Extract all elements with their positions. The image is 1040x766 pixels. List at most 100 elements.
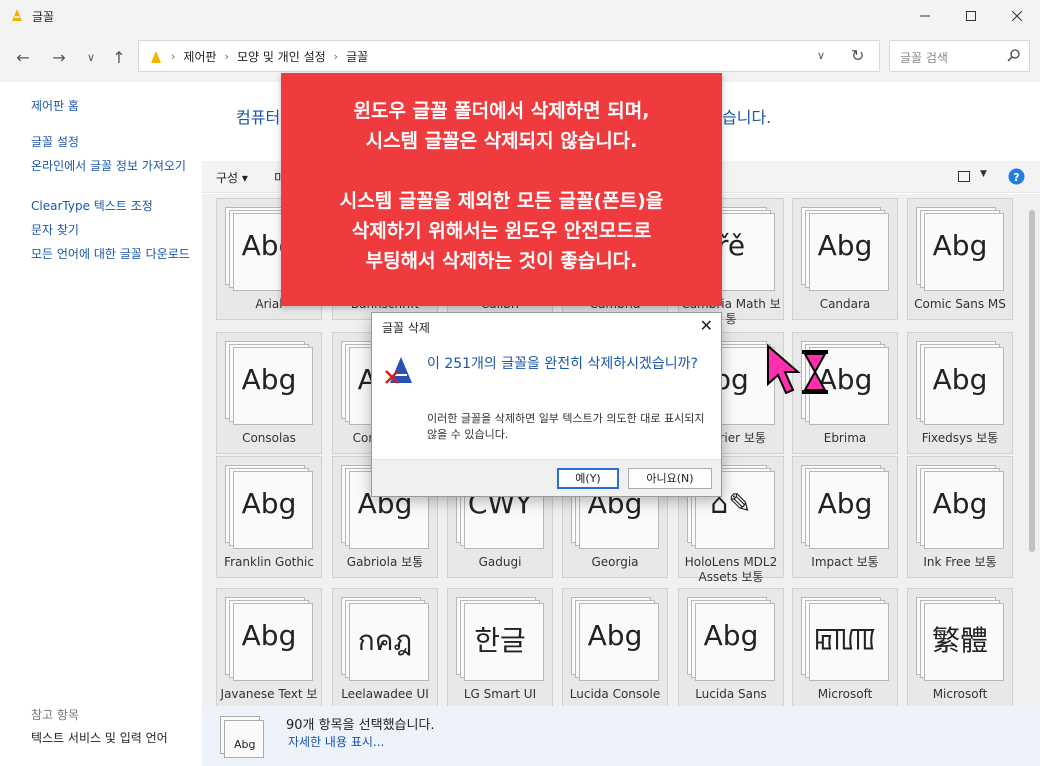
- chevron-down-icon: ∨: [86, 50, 96, 64]
- breadcrumb-control-panel[interactable]: 제어판: [183, 48, 216, 65]
- view-dropdown-icon[interactable]: ▼: [980, 169, 987, 179]
- window-title: 글꼴: [32, 10, 55, 24]
- scrollbar-thumb[interactable]: [1029, 210, 1035, 552]
- arrow-right-icon: →: [52, 47, 66, 67]
- back-button[interactable]: ←: [12, 46, 34, 68]
- font-name: Javanese Text 보: [220, 687, 318, 701]
- help-icon[interactable]: ?: [1008, 168, 1025, 185]
- selection-count: 90개 항목을 선택했습니다.: [286, 718, 435, 733]
- dialog-footer: 예(Y) 아니요(N): [372, 459, 721, 496]
- breadcrumb-fonts[interactable]: 글꼴: [346, 48, 368, 65]
- font-file-icon: Abg: [220, 716, 266, 758]
- font-file-sample: Abg: [234, 738, 256, 751]
- font-tile[interactable]: Abg Candara: [792, 198, 898, 320]
- font-name: Candara: [819, 297, 871, 311]
- font-name: Gadugi: [478, 555, 522, 569]
- refresh-icon[interactable]: ↻: [851, 46, 864, 65]
- maximize-button[interactable]: [948, 0, 994, 32]
- banner-line: 부팅해서 삭제하는 것이 좋습니다.: [365, 250, 638, 272]
- control-panel-home-link[interactable]: 제어판 홈: [31, 98, 79, 114]
- font-name: Consolas: [242, 431, 296, 445]
- font-sample: Abg: [817, 487, 873, 520]
- font-tile[interactable]: ꡂꡃꡄ Microsoft: [792, 588, 898, 708]
- no-button[interactable]: 아니요(N): [628, 468, 712, 489]
- banner-line: 윈도우 글꼴 폴더에서 삭제하면 되며,: [353, 100, 650, 122]
- font-name: Fixedsys 보통: [921, 431, 999, 445]
- font-name: Impact 보통: [811, 555, 879, 569]
- close-icon: [1012, 11, 1022, 21]
- font-tile[interactable]: Abg Franklin Gothic: [216, 456, 322, 578]
- font-tile[interactable]: Abg Fixedsys 보통: [907, 332, 1013, 454]
- font-tile[interactable]: Abg Consolas: [216, 332, 322, 454]
- recent-locations-button[interactable]: ∨: [80, 46, 102, 68]
- font-sample: 한글: [474, 624, 526, 657]
- view-options-icon[interactable]: [958, 171, 970, 182]
- title-bar: 글꼴: [0, 0, 1040, 32]
- font-tile[interactable]: Abg Lucida Console: [562, 588, 668, 708]
- font-name: HoloLens MDL2 Assets 보통: [684, 555, 778, 584]
- font-name: Ebrima: [823, 431, 867, 445]
- minimize-button[interactable]: [902, 0, 948, 32]
- search-box[interactable]: 글꼴 검색: [889, 40, 1030, 72]
- font-name: Microsoft: [817, 687, 873, 701]
- font-tile[interactable]: Abg Javanese Text 보: [216, 588, 322, 708]
- banner-line: 삭제하기 위해서는 윈도우 안전모드로: [351, 220, 652, 242]
- font-name: Lucida Console: [569, 687, 661, 701]
- download-all-fonts-link[interactable]: 모든 언어에 대한 글꼴 다운로드: [31, 246, 196, 262]
- cleartype-link[interactable]: ClearType 텍스트 조정: [31, 198, 153, 214]
- annotation-banner: 윈도우 글꼴 폴더에서 삭제하면 되며, 시스템 글꼴은 삭제되지 않습니다. 시스…: [281, 73, 722, 306]
- yes-button[interactable]: 예(Y): [557, 468, 619, 489]
- breadcrumb-separator-icon: ›: [171, 50, 176, 63]
- arrow-left-icon: ←: [16, 47, 30, 67]
- font-sample: Abg: [587, 619, 643, 652]
- banner-line: 시스템 글꼴은 삭제되지 않습니다.: [365, 130, 638, 152]
- font-name: Leelawadee UI: [341, 687, 429, 701]
- search-icon: [1007, 49, 1020, 62]
- address-bar[interactable]: › 제어판 › 모양 및 개인 설정 › 글꼴 ∨ ↻: [138, 40, 880, 72]
- breadcrumb-appearance[interactable]: 모양 및 개인 설정: [237, 48, 326, 65]
- font-tile[interactable]: Abg Comic Sans MS: [907, 198, 1013, 320]
- dialog-question: 이 251개의 글꼴을 완전히 삭제하시겠습니까?: [427, 356, 698, 372]
- font-name: Comic Sans MS: [914, 297, 1006, 311]
- font-sample: Abg: [241, 487, 297, 520]
- delete-fonts-dialog: 글꼴 삭제 ✕ 이 251개의 글꼴을 완전히 삭제하시겠습니까? 이러한 글꼴…: [371, 312, 722, 497]
- font-tile[interactable]: กคฎ Leelawadee UI: [332, 588, 438, 708]
- search-input[interactable]: 글꼴 검색: [900, 49, 948, 66]
- minimize-icon: [920, 15, 930, 17]
- forward-button[interactable]: →: [48, 46, 70, 68]
- font-name: Lucida Sans: [695, 687, 767, 701]
- font-tile[interactable]: Abg Impact 보통: [792, 456, 898, 578]
- font-sample: Abg: [703, 619, 759, 652]
- show-details-link[interactable]: 자세한 내용 표시...: [288, 733, 384, 750]
- organize-menu[interactable]: 구성 ▾: [216, 169, 248, 186]
- fonts-folder-icon: [12, 9, 22, 21]
- font-tile[interactable]: Abg Ink Free 보통: [907, 456, 1013, 578]
- font-tile[interactable]: Abg Lucida Sans: [678, 588, 784, 708]
- left-pane: 제어판 홈 글꼴 설정 온라인에서 글꼴 정보 가져오기 ClearType 텍…: [0, 82, 202, 766]
- font-name: LG Smart UI: [463, 687, 537, 701]
- dialog-title: 글꼴 삭제: [382, 321, 430, 335]
- dialog-detail: 이러한 글꼴을 삭제하면 일부 텍스트가 의도한 대로 표시되지 않을 수 있습…: [427, 412, 705, 441]
- banner-line: 시스템 글꼴을 제외한 모든 글꼴(폰트)을: [339, 190, 664, 212]
- font-tile[interactable]: 繁體 Microsoft: [907, 588, 1013, 708]
- font-sample: Abg: [932, 229, 988, 262]
- close-button[interactable]: [994, 0, 1040, 32]
- arrow-up-icon: ↑: [112, 47, 126, 67]
- dialog-close-button[interactable]: ✕: [700, 316, 713, 335]
- get-font-info-online-link[interactable]: 온라인에서 글꼴 정보 가져오기: [31, 158, 191, 174]
- font-sample: Abg: [241, 363, 297, 396]
- page-heading: 컴퓨터: [236, 108, 281, 127]
- font-settings-link[interactable]: 글꼴 설정: [31, 134, 79, 150]
- font-sample: ꡂꡃꡄ: [814, 622, 876, 655]
- font-tile[interactable]: 한글 LG Smart UI: [447, 588, 553, 708]
- font-name: Ink Free 보통: [923, 555, 997, 569]
- font-name: Georgia: [591, 555, 639, 569]
- text-services-link[interactable]: 텍스트 서비스 및 입력 언어: [31, 730, 168, 746]
- up-button[interactable]: ↑: [108, 46, 130, 68]
- font-name: Microsoft: [932, 687, 988, 701]
- font-name: Gabriola 보통: [346, 555, 424, 569]
- find-character-link[interactable]: 문자 찾기: [31, 222, 79, 238]
- address-dropdown-icon[interactable]: ∨: [817, 49, 825, 62]
- breadcrumb-separator-icon: ›: [224, 50, 229, 63]
- vertical-scrollbar[interactable]: [1026, 196, 1038, 706]
